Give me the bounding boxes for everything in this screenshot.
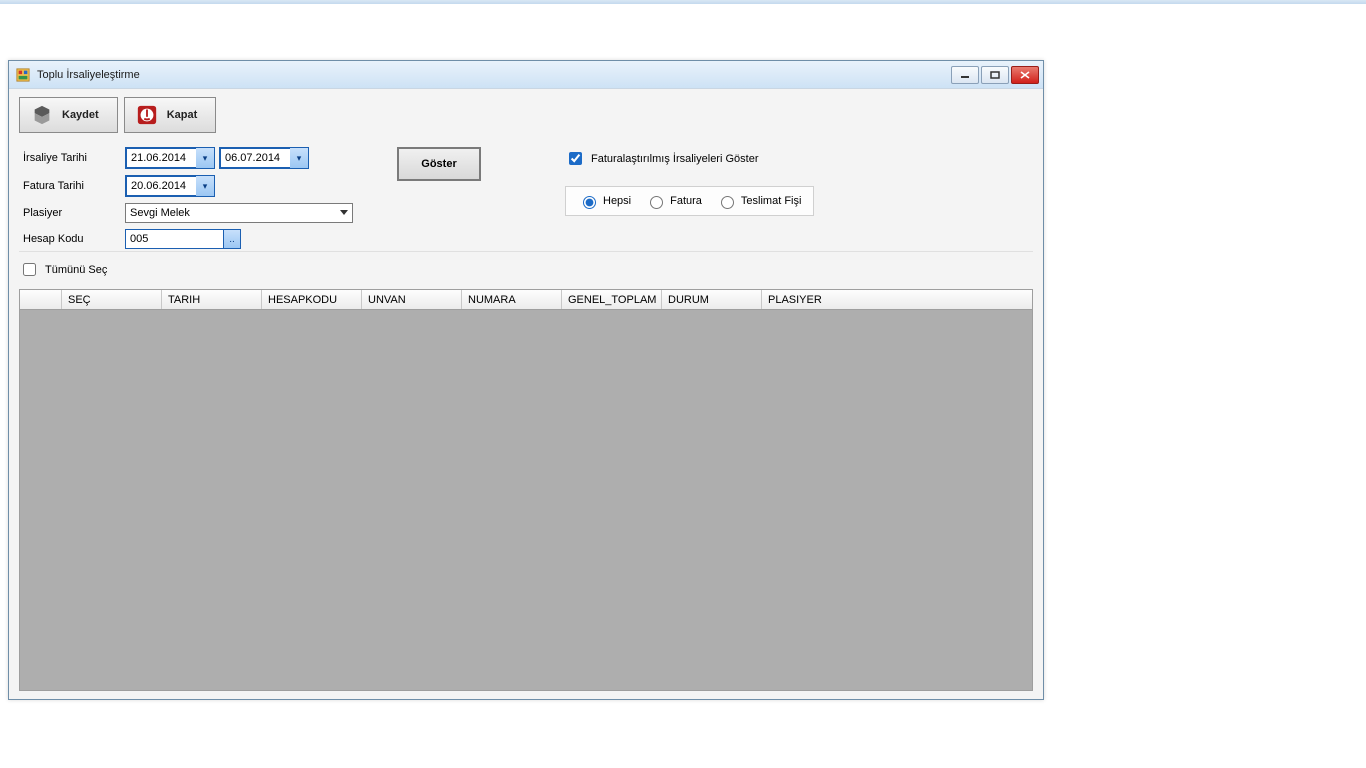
irsaliye-tarihi-label: İrsaliye Tarihi (23, 152, 119, 164)
close-button[interactable]: Kapat (124, 97, 217, 133)
fatura-date-picker[interactable]: ▾ (125, 175, 215, 197)
toolbar: Kaydet Kapat (19, 97, 1033, 133)
close-window-button[interactable] (1011, 66, 1039, 84)
irsaliye-date-from-input[interactable] (126, 148, 196, 168)
data-grid[interactable]: SEÇ TARIH HESAPKODU UNVAN NUMARA GENEL_T… (19, 289, 1033, 691)
irsaliye-date-from-picker[interactable]: ▾ (125, 147, 215, 169)
show-invoiced-label: Faturalaştırılmış İrsaliyeleri Göster (591, 153, 758, 165)
irsaliye-date-to-picker[interactable]: ▾ (219, 147, 309, 169)
select-all-checkbox[interactable] (23, 263, 36, 276)
irsaliye-date-to-dropdown[interactable]: ▾ (290, 148, 308, 168)
close-icon (135, 103, 159, 127)
grid-col-tarih[interactable]: TARIH (162, 290, 262, 309)
grid-col-plasiyer[interactable]: PLASIYER (762, 290, 862, 309)
titlebar: Toplu İrsaliyeleştirme (9, 61, 1043, 89)
grid-col-genel-toplam[interactable]: GENEL_TOPLAM (562, 290, 662, 309)
filters-right: Faturalaştırılmış İrsaliyeleri Göster He… (565, 147, 814, 216)
radio-fatura[interactable]: Fatura (645, 193, 702, 209)
grid-col-durum[interactable]: DURUM (662, 290, 762, 309)
fatura-date-dropdown[interactable]: ▾ (196, 176, 214, 196)
hesap-kodu-box: .. (125, 229, 353, 249)
plasiyer-label: Plasiyer (23, 207, 119, 219)
window-buttons (951, 66, 1039, 84)
hesap-kodu-lookup-button[interactable]: .. (223, 229, 241, 249)
window-content: Kaydet Kapat İrsaliye Tarihi ▾ (9, 89, 1043, 699)
plasiyer-value: Sevgi Melek (130, 207, 190, 219)
irsaliye-date-from-dropdown[interactable]: ▾ (196, 148, 214, 168)
window-title: Toplu İrsaliyeleştirme (37, 69, 140, 81)
app-window: Toplu İrsaliyeleştirme Kaydet (8, 60, 1044, 700)
grid-col-unvan[interactable]: UNVAN (362, 290, 462, 309)
chevron-down-icon (340, 210, 348, 215)
save-button[interactable]: Kaydet (19, 97, 118, 133)
show-invoiced-checkbox[interactable] (569, 152, 582, 165)
save-button-label: Kaydet (62, 109, 99, 121)
show-invoiced-checkbox-row[interactable]: Faturalaştırılmış İrsaliyeleri Göster (565, 149, 814, 168)
page-top-strip (0, 0, 1366, 4)
irsaliye-date-to-input[interactable] (220, 148, 290, 168)
close-button-label: Kapat (167, 109, 198, 121)
grid-col-hesapkodu[interactable]: HESAPKODU (262, 290, 362, 309)
doc-type-radio-group: Hepsi Fatura Teslimat Fişi (565, 186, 814, 216)
goster-button[interactable]: Göster (397, 147, 481, 181)
save-icon (30, 103, 54, 127)
maximize-button[interactable] (981, 66, 1009, 84)
app-icon (15, 67, 31, 83)
radio-teslimat-fisi[interactable]: Teslimat Fişi (716, 193, 802, 209)
select-all-row[interactable]: Tümünü Seç (19, 260, 1033, 281)
select-all-label: Tümünü Seç (45, 264, 107, 276)
filters-left: İrsaliye Tarihi ▾ ▾ Fatura Tarihi (23, 147, 353, 249)
fatura-date-input[interactable] (126, 176, 196, 196)
filters-panel: İrsaliye Tarihi ▾ ▾ Fatura Tarihi (19, 141, 1033, 252)
minimize-button[interactable] (951, 66, 979, 84)
grid-row-selector-header[interactable] (20, 290, 62, 309)
hesap-kodu-input[interactable] (125, 229, 223, 249)
fatura-tarihi-label: Fatura Tarihi (23, 180, 119, 192)
grid-col-sec[interactable]: SEÇ (62, 290, 162, 309)
radio-hepsi[interactable]: Hepsi (578, 193, 631, 209)
grid-col-numara[interactable]: NUMARA (462, 290, 562, 309)
hesap-kodu-label: Hesap Kodu (23, 233, 119, 245)
plasiyer-select[interactable]: Sevgi Melek (125, 203, 353, 223)
grid-header: SEÇ TARIH HESAPKODU UNVAN NUMARA GENEL_T… (20, 290, 1032, 310)
